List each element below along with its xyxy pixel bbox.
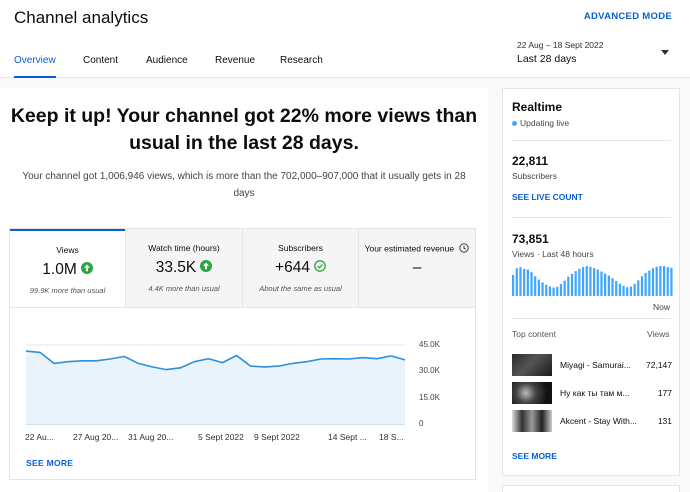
realtime-bar[interactable] bbox=[526, 269, 529, 296]
video-views: 72,147 bbox=[646, 360, 672, 370]
realtime-bar[interactable] bbox=[600, 271, 603, 296]
top-content-item[interactable]: Miyagi - Samurai... 72,147 bbox=[512, 354, 674, 376]
realtime-bar[interactable] bbox=[670, 267, 673, 296]
divider bbox=[511, 318, 671, 319]
realtime-status-text: Updating live bbox=[520, 118, 570, 128]
realtime-bar[interactable] bbox=[651, 268, 655, 296]
realtime-bar[interactable] bbox=[530, 272, 533, 296]
see-more-link[interactable]: SEE MORE bbox=[26, 458, 73, 468]
realtime-bar[interactable] bbox=[640, 276, 644, 296]
video-views: 131 bbox=[657, 416, 672, 426]
realtime-bar[interactable] bbox=[593, 268, 596, 296]
divider bbox=[511, 217, 671, 218]
x-tick-label: 18 S... bbox=[379, 432, 404, 442]
realtime-bar[interactable] bbox=[596, 269, 599, 296]
y-tick-label: 30.0K bbox=[419, 366, 440, 375]
realtime-bar[interactable] bbox=[666, 267, 669, 296]
y-tick-label: 0 bbox=[419, 419, 424, 428]
realtime-views-label: Views · Last 48 hours bbox=[512, 249, 594, 259]
realtime-bar[interactable] bbox=[637, 280, 640, 296]
realtime-views-count: 73,851 bbox=[512, 232, 549, 246]
x-tick-label: 9 Sept 2022 bbox=[254, 432, 300, 442]
now-label: Now bbox=[653, 302, 671, 312]
realtime-bar[interactable] bbox=[574, 271, 577, 296]
video-title[interactable]: Miyagi - Samurai... bbox=[560, 360, 642, 370]
realtime-bar[interactable] bbox=[626, 287, 629, 296]
subscriber-count: 22,811 bbox=[512, 154, 549, 168]
see-live-count-link[interactable]: SEE LIVE COUNT bbox=[512, 192, 583, 202]
realtime-bar[interactable] bbox=[548, 286, 552, 296]
video-thumbnail[interactable] bbox=[512, 410, 552, 432]
x-tick-label: 14 Sept ... bbox=[328, 432, 367, 442]
top-content-views-label: Views bbox=[647, 329, 670, 339]
realtime-bar[interactable] bbox=[519, 267, 522, 296]
realtime-bar[interactable] bbox=[607, 275, 610, 296]
realtime-bar[interactable] bbox=[633, 283, 636, 296]
realtime-bar[interactable] bbox=[537, 279, 540, 296]
realtime-bar[interactable] bbox=[523, 268, 526, 296]
realtime-bar[interactable] bbox=[570, 273, 574, 296]
realtime-bar[interactable] bbox=[541, 282, 544, 296]
x-tick-label: 31 Aug 20... bbox=[128, 432, 174, 442]
subscriber-label: Subscribers bbox=[512, 171, 557, 181]
realtime-bar[interactable] bbox=[512, 274, 515, 296]
views-area-fill bbox=[26, 351, 405, 424]
realtime-bar[interactable] bbox=[648, 270, 651, 297]
realtime-bar[interactable] bbox=[578, 268, 581, 296]
live-dot-icon bbox=[512, 121, 517, 127]
realtime-bar[interactable] bbox=[659, 266, 662, 296]
realtime-bar[interactable] bbox=[611, 278, 614, 296]
realtime-bar-chart[interactable] bbox=[512, 262, 674, 296]
realtime-bar[interactable] bbox=[629, 286, 633, 296]
y-tick-label: 15.0K bbox=[419, 393, 440, 402]
realtime-bar[interactable] bbox=[585, 266, 588, 296]
y-tick-label: 45.0K bbox=[419, 340, 440, 349]
top-content-item[interactable]: Ну как ты там м... 177 bbox=[512, 382, 674, 404]
realtime-bar[interactable] bbox=[559, 284, 563, 296]
realtime-bar[interactable] bbox=[534, 276, 537, 296]
realtime-bar[interactable] bbox=[655, 266, 658, 296]
realtime-bar[interactable] bbox=[618, 283, 621, 296]
realtime-see-more-link[interactable]: SEE MORE bbox=[512, 451, 557, 461]
top-content-item[interactable]: Akcent - Stay With... 131 bbox=[512, 410, 674, 432]
video-thumbnail[interactable] bbox=[512, 382, 552, 404]
realtime-bar[interactable] bbox=[545, 284, 548, 296]
divider bbox=[511, 140, 671, 141]
realtime-bar[interactable] bbox=[563, 280, 566, 296]
top-content-label: Top content bbox=[512, 329, 556, 339]
realtime-bar[interactable] bbox=[581, 267, 585, 296]
realtime-bar[interactable] bbox=[556, 286, 559, 296]
realtime-bar[interactable] bbox=[515, 268, 518, 296]
realtime-bar[interactable] bbox=[622, 285, 625, 296]
video-views: 177 bbox=[657, 388, 672, 398]
realtime-bar[interactable] bbox=[615, 281, 618, 296]
x-tick-label: 22 Au... bbox=[25, 432, 54, 442]
video-thumbnail[interactable] bbox=[512, 354, 552, 376]
x-tick-label: 27 Aug 20... bbox=[73, 432, 119, 442]
video-title[interactable]: Ну как ты там м... bbox=[560, 388, 642, 398]
realtime-bar[interactable] bbox=[644, 272, 647, 296]
realtime-title: Realtime bbox=[512, 100, 563, 114]
realtime-status: Updating live bbox=[512, 118, 569, 128]
realtime-bar[interactable] bbox=[604, 273, 607, 296]
video-title[interactable]: Akcent - Stay With... bbox=[560, 416, 642, 426]
x-tick-label: 5 Sept 2022 bbox=[198, 432, 244, 442]
realtime-bar[interactable] bbox=[589, 266, 592, 296]
next-card bbox=[502, 485, 680, 492]
realtime-bar[interactable] bbox=[662, 266, 666, 296]
realtime-bar[interactable] bbox=[567, 276, 570, 296]
realtime-bar[interactable] bbox=[552, 287, 555, 297]
